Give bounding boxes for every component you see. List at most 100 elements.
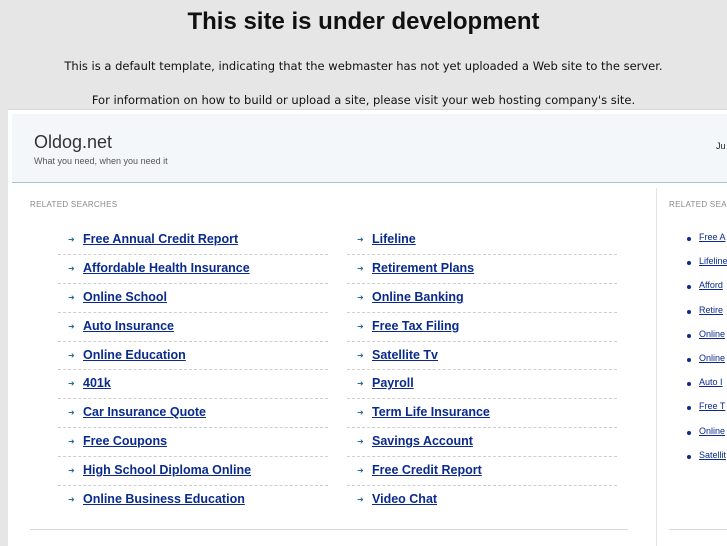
site-tagline: What you need, when you need it	[34, 156, 168, 166]
related-link-row: ➜ Online Banking	[347, 284, 617, 313]
related-link-row: ➜ Payroll	[347, 370, 617, 400]
site-header: Oldog.net What you need, when you need i…	[12, 114, 727, 183]
sidebar-divider	[669, 529, 727, 530]
related-link[interactable]: Savings Account	[372, 434, 473, 448]
related-link-row: ➜ Online Education	[58, 342, 328, 371]
sidebar: RELATED SEA Free A Lifeline Afford Retire On…	[656, 188, 727, 546]
sidebar-link[interactable]: Free A	[699, 232, 726, 242]
related-link[interactable]: Free Annual Credit Report	[83, 232, 238, 246]
bullet-icon	[687, 430, 691, 435]
arrow-right-icon: ➜	[68, 408, 75, 418]
sidebar-link[interactable]: Free T	[699, 401, 725, 411]
sidebar-link-item: Online	[687, 353, 727, 377]
bullet-icon	[687, 382, 691, 387]
related-link[interactable]: Retirement Plans	[372, 261, 474, 275]
related-link[interactable]: Free Credit Report	[372, 463, 482, 477]
related-link-row: ➜ Retirement Plans	[347, 255, 617, 284]
notice-text: This is a default template, indicating t…	[64, 59, 663, 73]
sidebar-link[interactable]: Auto I	[699, 377, 723, 387]
arrow-right-icon: ➜	[68, 350, 75, 360]
arrow-right-icon: ➜	[357, 466, 364, 476]
sidebar-link[interactable]: Online	[699, 353, 725, 363]
arrow-right-icon: ➜	[68, 495, 75, 505]
related-link-row: ➜ Online School	[58, 284, 328, 313]
related-link-row: ➜ Satellite Tv	[347, 342, 617, 371]
related-link-row: ➜ Car Insurance Quote	[58, 399, 328, 429]
arrow-right-icon: ➜	[357, 292, 364, 302]
arrow-right-icon: ➜	[357, 379, 364, 389]
bullet-icon	[687, 309, 691, 314]
related-link-row: ➜ Video Chat	[347, 486, 617, 515]
sidebar-link-item: Free T	[687, 401, 727, 425]
arrow-right-icon: ➜	[68, 321, 75, 331]
sidebar-link[interactable]: Lifeline	[699, 256, 727, 266]
related-link-row: ➜ Lifeline	[347, 226, 617, 255]
related-link-row: ➜ Online Business Education	[58, 486, 328, 515]
related-link[interactable]: Online Education	[83, 348, 186, 362]
related-searches-panel: RELATED SEARCHES ➜ Free Annual Credit Rep…	[30, 194, 628, 546]
section-label: RELATED SEARCHES	[30, 200, 118, 209]
sidebar-link-item: Auto I	[687, 377, 727, 401]
sidebar-link-item: Lifeline	[687, 256, 727, 280]
links-column-left: ➜ Free Annual Credit Report ➜ Affordable He…	[58, 226, 328, 515]
related-link[interactable]: Car Insurance Quote	[83, 405, 206, 419]
hosting-info-text: For information on how to build or uploa…	[91, 93, 636, 107]
related-link[interactable]: Affordable Health Insurance	[83, 261, 250, 275]
sidebar-link[interactable]: Online	[699, 426, 725, 436]
related-link[interactable]: Online Business Education	[83, 492, 245, 506]
arrow-right-icon: ➜	[357, 235, 364, 244]
related-link-row: ➜ Free Tax Filing	[347, 313, 617, 342]
sidebar-link-item: Online	[687, 329, 727, 353]
sidebar-link-item: Free A	[687, 232, 727, 256]
bullet-icon	[687, 285, 691, 290]
arrow-right-icon: ➜	[357, 350, 364, 360]
related-link[interactable]: Auto Insurance	[83, 319, 174, 333]
related-link[interactable]: Online Banking	[372, 290, 464, 304]
arrow-right-icon: ➜	[357, 321, 364, 331]
related-link-row: ➜ Savings Account	[347, 428, 617, 458]
arrow-right-icon: ➜	[357, 495, 364, 505]
page-title: This site is under development	[187, 8, 540, 35]
links-column-right: ➜ Lifeline ➜ Retirement Plans ➜ Online Bankin…	[347, 226, 617, 515]
arrow-right-icon: ➜	[357, 263, 364, 273]
sidebar-link-item: Satellit	[687, 450, 727, 474]
related-link-row: ➜ 401k	[58, 370, 328, 400]
related-link[interactable]: High School Diploma Online	[83, 463, 251, 477]
sidebar-link[interactable]: Online	[699, 329, 725, 339]
sidebar-link[interactable]: Afford	[699, 280, 723, 290]
sidebar-link[interactable]: Satellit	[699, 450, 726, 460]
related-link[interactable]: Online School	[83, 290, 167, 304]
sidebar-link-item: Afford	[687, 280, 727, 304]
bullet-icon	[687, 454, 691, 459]
sidebar-link[interactable]: Retire	[699, 305, 723, 315]
related-link[interactable]: Lifeline	[372, 232, 416, 246]
arrow-right-icon: ➜	[68, 263, 75, 273]
arrow-right-icon: ➜	[357, 408, 364, 418]
related-link[interactable]: Free Coupons	[83, 434, 167, 448]
related-link-row: ➜ Free Annual Credit Report	[58, 226, 328, 255]
related-link-row: ➜ Free Credit Report	[347, 457, 617, 487]
site-name[interactable]: Oldog.net	[34, 132, 112, 153]
bullet-icon	[687, 406, 691, 411]
sidebar-links: Free A Lifeline Afford Retire Online Online Au…	[687, 232, 727, 474]
bullet-icon	[687, 261, 691, 266]
bullet-icon	[687, 237, 691, 241]
arrow-right-icon: ➜	[68, 437, 75, 447]
arrow-right-icon: ➜	[68, 235, 75, 244]
related-link[interactable]: Free Tax Filing	[372, 319, 459, 333]
sidebar-section-label: RELATED SEA	[669, 200, 727, 209]
related-link[interactable]: Term Life Insurance	[372, 405, 490, 419]
related-link-row: ➜ High School Diploma Online	[58, 457, 328, 487]
arrow-right-icon: ➜	[68, 292, 75, 302]
bullet-icon	[687, 357, 691, 362]
sidebar-link-item: Retire	[687, 305, 727, 329]
related-link[interactable]: Satellite Tv	[372, 348, 438, 362]
date-text: Ju	[716, 141, 726, 151]
related-link[interactable]: 401k	[83, 376, 111, 390]
related-link[interactable]: Video Chat	[372, 492, 437, 506]
related-link[interactable]: Payroll	[372, 376, 414, 390]
arrow-right-icon: ➜	[357, 437, 364, 447]
arrow-right-icon: ➜	[68, 379, 75, 389]
related-link-row: ➜ Free Coupons	[58, 428, 328, 458]
related-link-row: ➜ Auto Insurance	[58, 313, 328, 342]
